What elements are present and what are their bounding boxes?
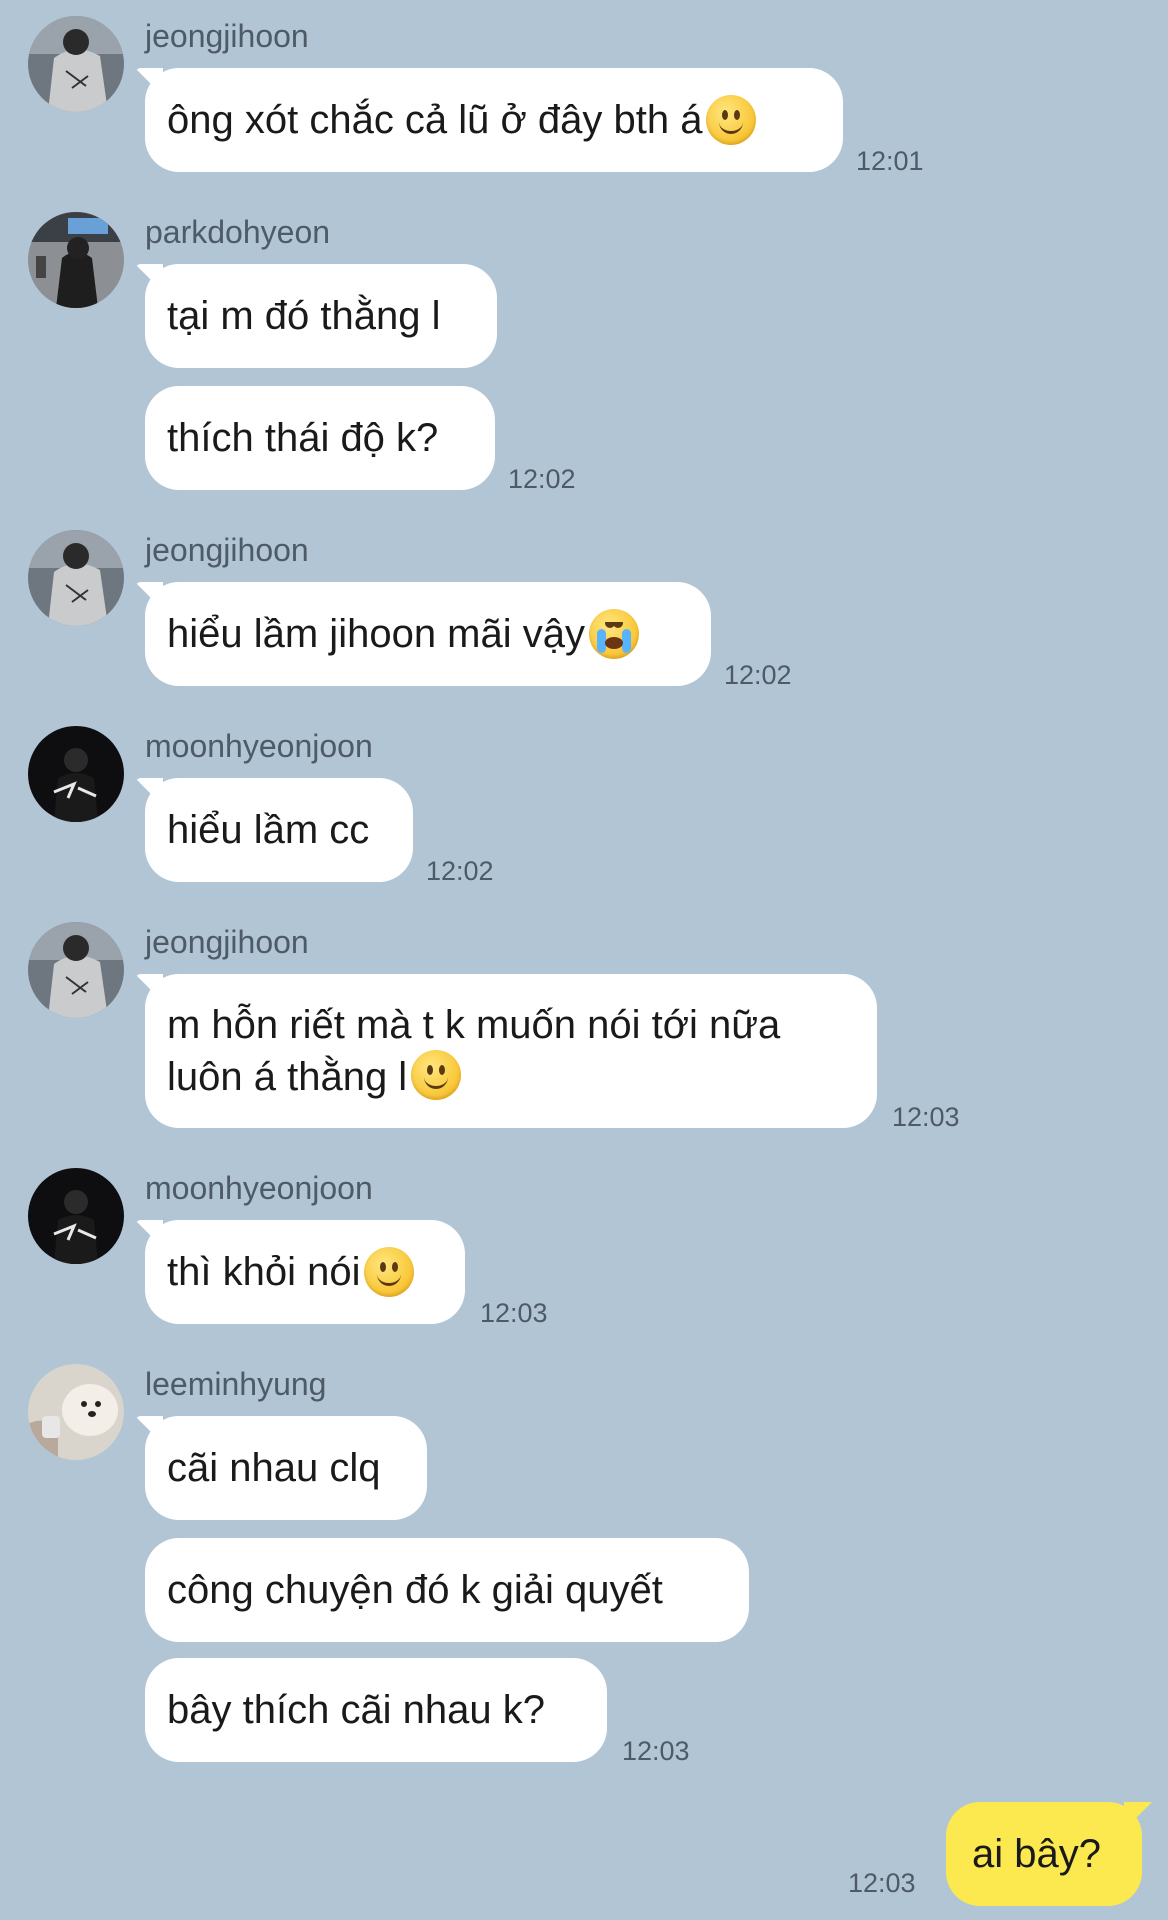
avatar-jeongjihoon[interactable] bbox=[28, 922, 124, 1018]
outgoing-message-bubble[interactable]: ai bây? bbox=[946, 1802, 1142, 1906]
message-timestamp: 12:03 bbox=[622, 1736, 690, 1766]
chat-thread[interactable]: jeongjihoon ông xót chắc cả lũ ở đây bth… bbox=[0, 0, 1168, 1920]
outgoing-timestamp: 12:03 bbox=[848, 1868, 916, 1898]
message-bubble[interactable]: hiểu lầm cc bbox=[145, 778, 413, 882]
sender-name: jeongjihoon bbox=[145, 924, 309, 960]
slightly-smiling-face-emoji bbox=[706, 95, 757, 145]
slightly-smiling-face-emoji bbox=[411, 1050, 462, 1100]
message-bubble[interactable]: thì khỏi nói bbox=[145, 1220, 465, 1324]
message-text: ai bây? bbox=[972, 1832, 1101, 1876]
sender-name: jeongjihoon bbox=[145, 18, 309, 54]
message-timestamp: 12:02 bbox=[426, 856, 494, 886]
slightly-smiling-face-emoji bbox=[364, 1247, 415, 1297]
message-timestamp: 12:01 bbox=[856, 146, 924, 176]
message-text: cãi nhau clq bbox=[167, 1446, 381, 1490]
message-bubble[interactable]: m hỗn riết mà t k muốn nói tới nữa luôn … bbox=[145, 974, 877, 1128]
loudly-crying-face-emoji bbox=[589, 609, 639, 659]
message-text: hiểu lầm jihoon mãi vậy bbox=[167, 612, 585, 656]
sender-name: moonhyeonjoon bbox=[145, 1170, 373, 1206]
message-timestamp: 12:02 bbox=[724, 660, 792, 690]
avatar-leeminhyung[interactable] bbox=[28, 1364, 124, 1460]
message-text: ông xót chắc cả lũ ở đây bth á bbox=[167, 98, 703, 142]
message-bubble[interactable]: cãi nhau clq bbox=[145, 1416, 427, 1520]
message-text: tại m đó thằng l bbox=[167, 294, 441, 338]
sender-name: jeongjihoon bbox=[145, 532, 309, 568]
sender-name: parkdohyeon bbox=[145, 214, 331, 250]
message-bubble[interactable]: ông xót chắc cả lũ ở đây bth á bbox=[145, 68, 843, 172]
message-timestamp: 12:02 bbox=[508, 464, 576, 494]
message-bubble[interactable]: hiểu lầm jihoon mãi vậy bbox=[145, 582, 711, 686]
avatar-parkdohyeon[interactable] bbox=[28, 212, 124, 308]
message-bubble[interactable]: công chuyện đó k giải quyết bbox=[145, 1538, 749, 1642]
message-bubble[interactable]: thích thái độ k? bbox=[145, 386, 495, 490]
message-timestamp: 12:03 bbox=[480, 1298, 548, 1328]
message-text: thì khỏi nói bbox=[167, 1250, 361, 1294]
message-text-line: m hỗn riết mà t k muốn nói tới nữa luôn … bbox=[167, 1003, 781, 1099]
avatar-moonhyeonjoon[interactable] bbox=[28, 1168, 124, 1264]
message-text: m hỗn riết mà t k muốn nói tới nữa luôn … bbox=[167, 1000, 847, 1102]
message-text: bây thích cãi nhau k? bbox=[167, 1688, 546, 1732]
sender-name: moonhyeonjoon bbox=[145, 728, 373, 764]
message-text: công chuyện đó k giải quyết bbox=[167, 1568, 663, 1612]
avatar-jeongjihoon[interactable] bbox=[28, 530, 124, 626]
message-bubble[interactable]: bây thích cãi nhau k? bbox=[145, 1658, 607, 1762]
message-timestamp: 12:03 bbox=[892, 1102, 960, 1132]
message-text: hiểu lầm cc bbox=[167, 808, 370, 852]
message-bubble[interactable]: tại m đó thằng l bbox=[145, 264, 497, 368]
avatar-moonhyeonjoon[interactable] bbox=[28, 726, 124, 822]
avatar-jeongjihoon[interactable] bbox=[28, 16, 124, 112]
sender-name: leeminhyung bbox=[145, 1366, 327, 1402]
message-text: thích thái độ k? bbox=[167, 416, 439, 460]
